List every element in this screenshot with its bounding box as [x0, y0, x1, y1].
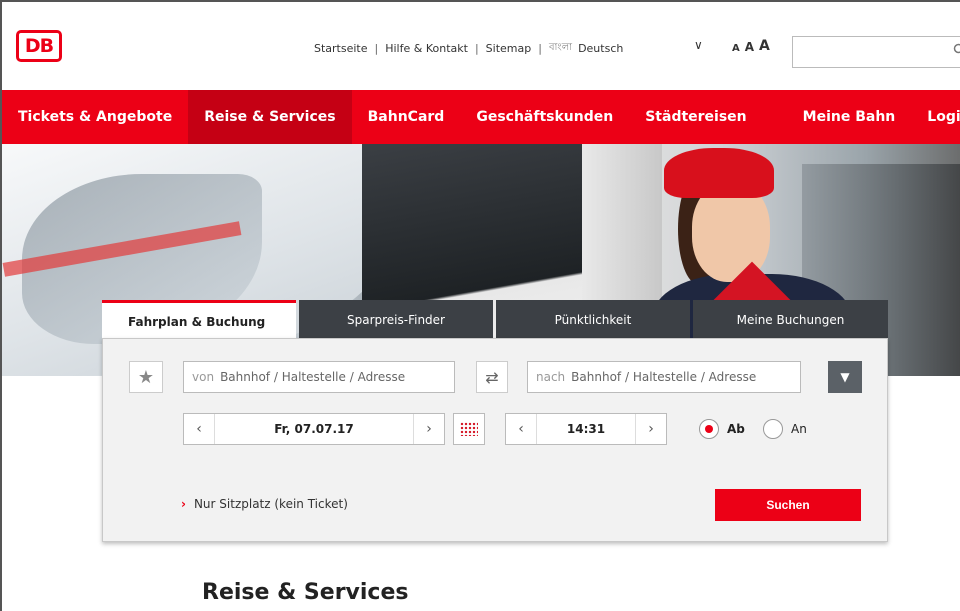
meta-link-sitemap[interactable]: Sitemap — [486, 42, 532, 55]
radio-an-label: An — [791, 422, 807, 436]
font-size-medium[interactable]: A — [745, 40, 754, 54]
to-prefix: nach — [536, 370, 566, 384]
time-prev-button[interactable]: ‹ — [506, 421, 536, 437]
chevron-right-icon: › — [181, 497, 186, 511]
db-logo[interactable]: DB — [16, 30, 62, 62]
meta-nav: Startseite | Hilfe & Kontakt | Sitemap |… — [314, 40, 623, 57]
date-value[interactable]: Fr, 07.07.17 — [214, 414, 414, 444]
to-station-field[interactable]: nach Bahnhof / Haltestelle / Adresse — [527, 361, 801, 393]
main-nav: Tickets & Angebote Reise & Services Bahn… — [2, 90, 960, 144]
seat-only-label: Nur Sitzplatz (kein Ticket) — [193, 497, 348, 511]
time-value[interactable]: 14:31 — [536, 414, 636, 444]
meta-link-startseite[interactable]: Startseite — [314, 42, 368, 55]
seat-only-link[interactable]: › Nur Sitzplatz (kein Ticket) — [181, 497, 348, 511]
swap-arrows-icon[interactable]: ⇄ — [476, 361, 508, 393]
language-glyph: বাংলা — [548, 42, 573, 53]
radio-ab[interactable]: Ab — [699, 419, 745, 439]
separator: | — [374, 42, 379, 55]
time-next-button[interactable]: › — [636, 421, 666, 437]
nav-meine-bahn[interactable]: Meine Bahn — [787, 90, 912, 144]
site-search — [792, 36, 960, 68]
language-chevron-icon[interactable]: ∨ — [694, 38, 703, 52]
font-size-large[interactable]: A — [759, 38, 770, 54]
date-next-button[interactable]: › — [414, 421, 444, 437]
tab-fahrplan-buchung[interactable]: Fahrplan & Buchung — [102, 300, 296, 340]
font-size-controls: A A A — [732, 38, 770, 54]
tab-puenktlichkeit[interactable]: Pünktlichkeit — [496, 300, 690, 340]
separator: | — [538, 42, 542, 55]
nav-tickets-angebote[interactable]: Tickets & Angebote — [2, 90, 188, 144]
tab-meine-buchungen[interactable]: Meine Buchungen — [693, 300, 888, 340]
tab-sparpreis-finder[interactable]: Sparpreis-Finder — [299, 300, 493, 340]
search-input[interactable] — [797, 38, 947, 66]
from-placeholder: Bahnhof / Haltestelle / Adresse — [220, 370, 406, 384]
font-size-small[interactable]: A — [732, 43, 740, 54]
nav-reise-services[interactable]: Reise & Services — [188, 90, 352, 144]
from-station-field[interactable]: von Bahnhof / Haltestelle / Adresse — [183, 361, 455, 393]
date-stepper: ‹ Fr, 07.07.17 › — [183, 413, 445, 445]
search-icon[interactable] — [953, 43, 960, 60]
chevron-down-icon[interactable]: ▼ — [828, 361, 862, 393]
search-button[interactable]: Suchen — [715, 489, 861, 521]
meta-link-hilfe[interactable]: Hilfe & Kontakt — [385, 42, 468, 55]
to-placeholder: Bahnhof / Haltestelle / Adresse — [571, 370, 757, 384]
time-stepper: ‹ 14:31 › — [505, 413, 667, 445]
booking-panel: ★ von Bahnhof / Haltestelle / Adresse ⇄ … — [102, 338, 888, 542]
from-prefix: von — [192, 370, 215, 384]
nav-geschaeftskunden[interactable]: Geschäftskunden — [460, 90, 629, 144]
nav-staedtereisen[interactable]: Städtereisen — [629, 90, 762, 144]
separator: | — [474, 42, 479, 55]
page: DB Startseite | Hilfe & Kontakt | Sitema… — [0, 0, 960, 611]
booking-tabs: Fahrplan & Buchung Sparpreis-Finder Pünk… — [102, 300, 888, 340]
nav-login[interactable]: Login — [911, 90, 960, 144]
radio-an-dot[interactable] — [763, 419, 783, 439]
date-prev-button[interactable]: ‹ — [184, 421, 214, 437]
language-selector[interactable]: Deutsch — [578, 42, 623, 55]
nav-bahncard[interactable]: BahnCard — [352, 90, 461, 144]
radio-an[interactable]: An — [763, 419, 807, 439]
radio-ab-label: Ab — [727, 422, 745, 436]
cap-shape — [664, 148, 774, 198]
top-header: DB Startseite | Hilfe & Kontakt | Sitema… — [2, 2, 960, 90]
favorite-star-icon[interactable]: ★ — [129, 361, 163, 393]
section-title: Reise & Services — [202, 580, 409, 605]
calendar-icon — [460, 422, 478, 436]
calendar-button[interactable] — [453, 413, 485, 445]
radio-ab-dot[interactable] — [699, 419, 719, 439]
booking-widget: Fahrplan & Buchung Sparpreis-Finder Pünk… — [102, 300, 888, 542]
